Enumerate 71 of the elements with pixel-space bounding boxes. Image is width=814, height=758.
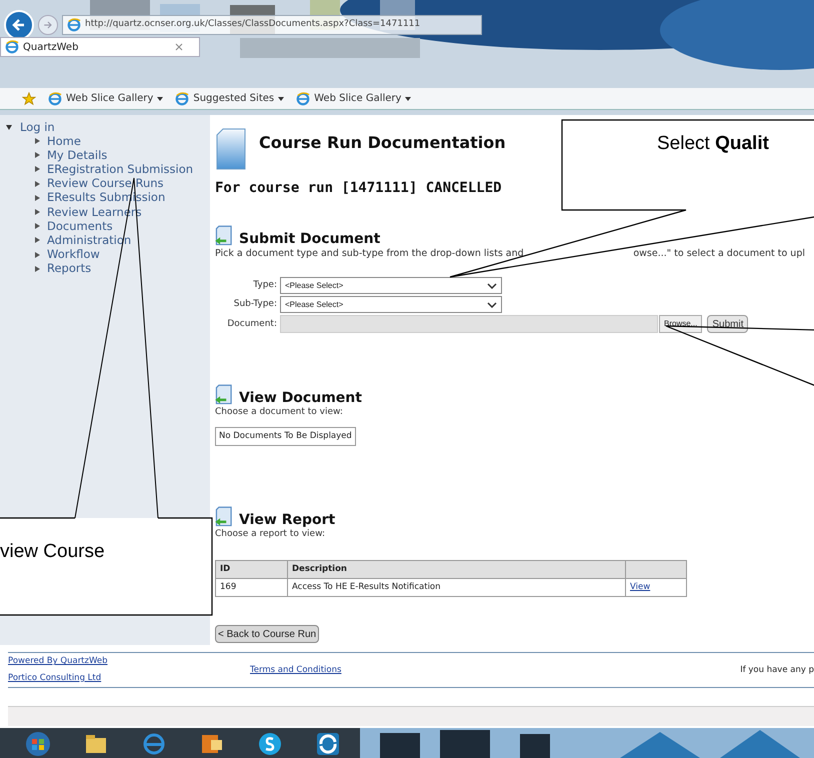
view-link[interactable]: View — [630, 582, 650, 592]
column-header: Description — [288, 560, 626, 578]
arrow-icon — [42, 19, 54, 31]
footer-text: If you have any p — [740, 664, 814, 676]
footer-link[interactable]: Powered By QuartzWeb — [8, 655, 108, 668]
section-heading: Submit Document — [239, 231, 380, 247]
instruction-text: Choose a document to view: — [215, 406, 343, 420]
close-icon[interactable] — [175, 43, 183, 51]
expand-icon[interactable] — [35, 237, 40, 244]
caret-icon[interactable] — [157, 96, 164, 100]
favorites-link[interactable]: Web Slice Gallery — [296, 91, 412, 106]
caret-icon[interactable] — [405, 96, 412, 100]
expand-icon[interactable] — [6, 124, 12, 130]
field-label: Document: — [226, 318, 277, 330]
expand-icon[interactable] — [35, 152, 40, 158]
tree-item[interactable]: Documents — [47, 220, 113, 233]
field-label: Type: — [252, 279, 277, 292]
table-cell: Access To HE E-Results Notification — [288, 578, 626, 596]
submit-button[interactable]: Submit — [707, 315, 748, 334]
caret-icon[interactable] — [278, 96, 284, 100]
star-icon[interactable] — [22, 92, 36, 106]
callout-text: view Course — [0, 540, 105, 564]
expand-icon[interactable] — [35, 266, 40, 272]
chevron-icon — [487, 302, 497, 308]
instruction-text: owse..." to select a document to upl — [633, 247, 805, 261]
tree-item[interactable]: Review Course Runs — [47, 177, 164, 190]
document-icon — [215, 128, 247, 170]
url-text: http://quartz.ocnser.org.uk/Classes/ClassDocuments.aspx?Class=1471111 — [85, 18, 420, 32]
tree-item[interactable]: Workflow — [47, 248, 100, 262]
address-bar[interactable]: http://quartz.ocnser.org.uk/Classes/ClassDocuments.aspx?Class=1471111 — [62, 15, 482, 35]
tree-item[interactable]: Home — [47, 134, 81, 148]
browser-icon — [296, 92, 310, 106]
browse-button[interactable]: Browse... — [659, 315, 702, 334]
instruction-text: Choose a report to view: — [215, 528, 325, 540]
section-heading: View Report — [239, 512, 336, 528]
back-to-course-run-button[interactable]: < Back to Course Run — [215, 625, 320, 643]
browser-icon — [67, 18, 81, 32]
column-header: ID — [216, 560, 288, 578]
tab-title: QuartzWeb — [23, 40, 80, 54]
expand-icon[interactable] — [35, 209, 40, 216]
arrow-icon — [11, 17, 27, 33]
footer-link[interactable]: Terms and Conditions — [250, 664, 342, 676]
browser-tab[interactable]: QuartzWeb — [0, 37, 200, 57]
favorites-link[interactable]: Suggested Sites — [175, 91, 284, 106]
instruction-text: Pick a document type and sub-type from the drop-down lists and — [215, 247, 525, 261]
chevron-icon — [487, 282, 497, 289]
dropdown[interactable]: <Please Select> — [280, 296, 502, 314]
field-label: Sub-Type: — [232, 298, 277, 311]
callout-text: Select Qualit — [657, 132, 769, 156]
tree-item[interactable]: ERegistration Submission — [47, 162, 194, 176]
browser-icon — [5, 40, 19, 54]
expand-icon[interactable] — [35, 180, 40, 187]
expand-icon[interactable] — [35, 166, 40, 172]
tree-item[interactable]: Log in — [20, 120, 55, 134]
page-title: Course Run Documentation — [259, 132, 506, 154]
footer-link[interactable]: Portico Consulting Ltd — [8, 672, 102, 685]
browser-icon — [175, 92, 190, 106]
tree-item[interactable]: Reports — [47, 262, 92, 276]
table-cell: 169 — [216, 578, 288, 596]
browser-icon — [48, 92, 62, 106]
section-heading: View Document — [239, 390, 362, 406]
expand-icon[interactable] — [35, 194, 40, 201]
expand-icon[interactable] — [35, 252, 40, 258]
expand-icon[interactable] — [35, 223, 40, 230]
file-path-field[interactable] — [280, 315, 658, 334]
tree-item[interactable]: My Details — [47, 148, 108, 162]
dropdown[interactable]: <Please Select> — [280, 277, 502, 294]
expand-icon[interactable] — [35, 138, 40, 144]
favorites-link[interactable]: Web Slice Gallery — [48, 91, 164, 106]
empty-message: No Documents To Be Displayed — [215, 426, 356, 446]
page-subtitle: For course run [1471111] CANCELLED — [215, 179, 502, 198]
